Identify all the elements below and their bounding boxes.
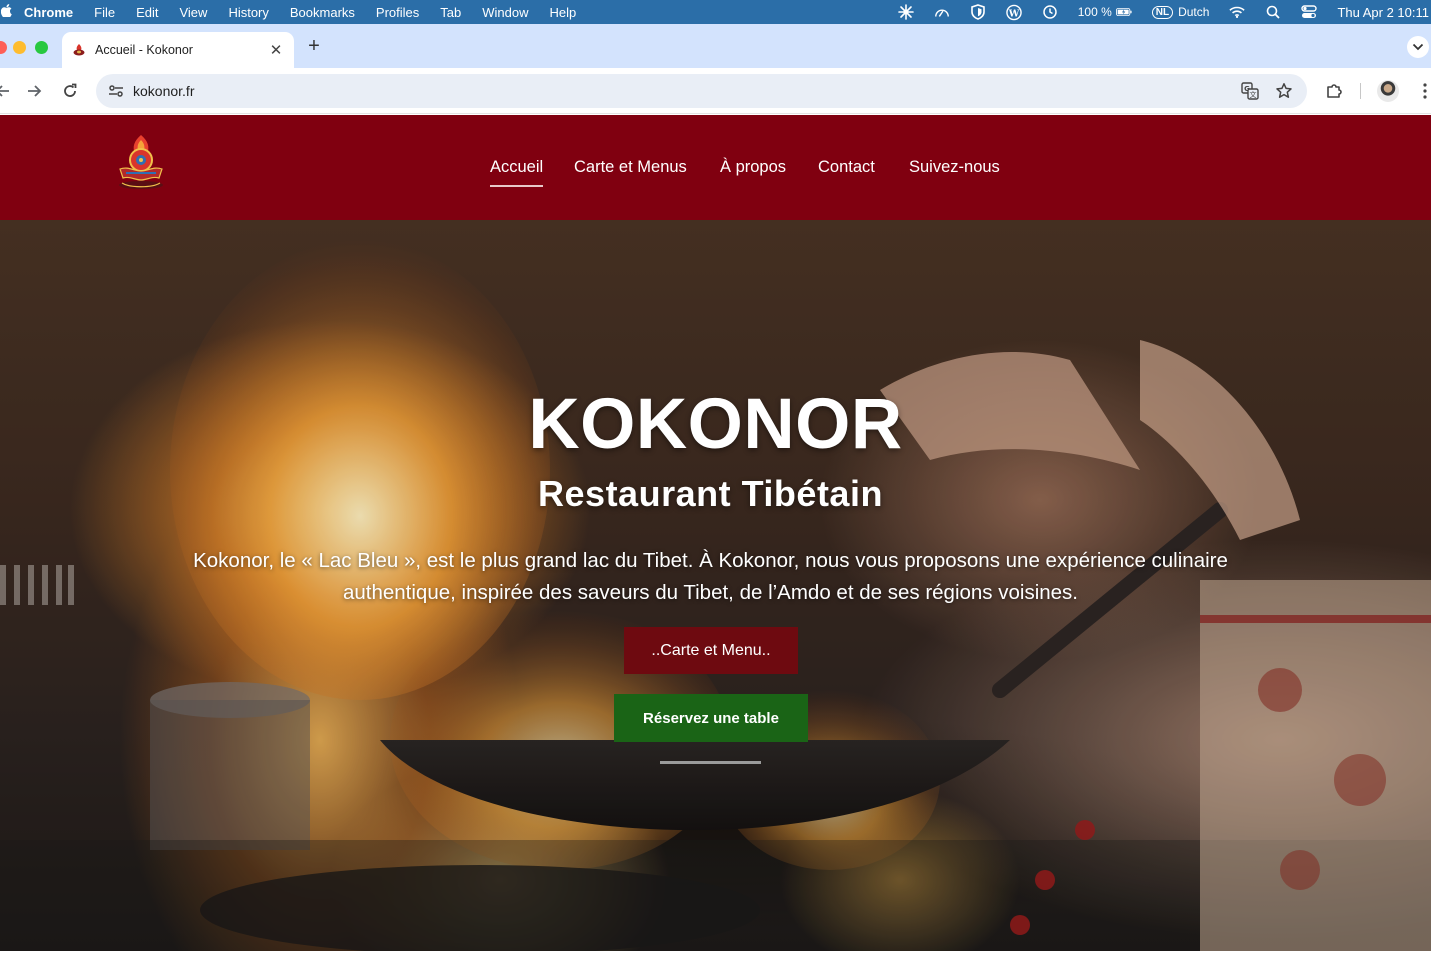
kokonor-favicon [72, 43, 86, 57]
reserve-table-button[interactable]: Réservez une table [614, 694, 808, 742]
gauge-icon[interactable] [934, 4, 950, 20]
extensions-puzzle-icon[interactable] [1323, 80, 1345, 102]
hero-divider [660, 761, 761, 764]
site-info-icon[interactable] [104, 79, 128, 103]
nav-suivez-nous[interactable]: Suivez-nous [909, 158, 1000, 177]
new-tab-icon[interactable]: + [304, 35, 324, 57]
time-machine-icon[interactable] [1042, 4, 1058, 20]
spotlight-search-icon[interactable] [1265, 4, 1281, 20]
translate-icon[interactable]: G文 [1239, 80, 1261, 102]
apple-icon[interactable] [0, 4, 16, 20]
input-source[interactable]: NL Dutch [1151, 5, 1210, 19]
browser-tab-active[interactable]: Accueil - Kokonor ✕ [62, 32, 294, 68]
chrome-menu-kebab-icon[interactable] [1414, 80, 1431, 102]
nav-contact[interactable]: Contact [818, 158, 875, 177]
menu-window[interactable]: Window [482, 5, 528, 20]
battery-percent: 100 % [1077, 5, 1112, 19]
reload-icon[interactable] [59, 80, 81, 102]
menu-profiles[interactable]: Profiles [376, 5, 419, 20]
menu-tab[interactable]: Tab [440, 5, 461, 20]
control-center-icon[interactable] [1301, 4, 1318, 20]
menu-bookmarks[interactable]: Bookmarks [290, 5, 355, 20]
input-source-language: Dutch [1178, 5, 1210, 19]
menu-bar-clock[interactable]: Thu Apr 2 10:11 [1337, 5, 1429, 20]
profile-avatar[interactable] [1377, 80, 1399, 102]
carte-et-menu-button[interactable]: ..Carte et Menu.. [624, 627, 798, 674]
sparkle-icon[interactable] [897, 4, 914, 20]
browser-tab-strip: Accueil - Kokonor ✕ + [0, 24, 1431, 68]
window-close-button[interactable] [0, 41, 7, 54]
wordpress-icon[interactable]: W [1005, 4, 1022, 20]
nav-carte-et-menus[interactable]: Carte et Menus [574, 158, 687, 177]
wifi-icon[interactable] [1229, 4, 1246, 20]
window-zoom-button[interactable] [35, 41, 48, 54]
hero-section: KOKONOR Restaurant Tibétain Kokonor, le … [0, 220, 1431, 951]
window-minimize-button[interactable] [13, 41, 26, 54]
hero-title: KOKONOR [528, 385, 903, 464]
nav-accueil[interactable]: Accueil [490, 158, 544, 187]
menu-edit[interactable]: Edit [136, 5, 158, 20]
forward-arrow-icon[interactable] [23, 80, 45, 102]
battery-icon[interactable] [1115, 4, 1132, 20]
tab-title: Accueil - Kokonor [95, 43, 193, 57]
hero-description: Kokonor, le « Lac Bleu », est le plus gr… [193, 549, 1228, 604]
hero-subtitle: Restaurant Tibétain [538, 473, 883, 514]
browser-toolbar: kokonor.fr G文 [0, 68, 1431, 114]
menu-app-name[interactable]: Chrome [24, 5, 73, 20]
nav-a-propos[interactable]: À propos [720, 158, 786, 177]
input-source-badge: NL [1151, 5, 1174, 19]
svg-text:文: 文 [1250, 90, 1257, 99]
site-header: Accueil Carte et Menus À propos Contact … [0, 115, 1431, 220]
shield-icon[interactable] [970, 4, 986, 20]
tab-search-chevron-icon[interactable] [1407, 36, 1429, 58]
main-nav: Accueil Carte et Menus À propos Contact … [0, 115, 1431, 220]
menu-view[interactable]: View [179, 5, 207, 20]
address-bar[interactable]: kokonor.fr G文 [96, 74, 1307, 108]
menu-history[interactable]: History [228, 5, 268, 20]
bookmark-star-icon[interactable] [1273, 80, 1295, 102]
macos-menu-bar: Chrome File Edit View History Bookmarks … [0, 0, 1431, 24]
menu-help[interactable]: Help [550, 5, 577, 20]
url-text[interactable]: kokonor.fr [133, 83, 1239, 99]
svg-text:W: W [1007, 8, 1019, 19]
toolbar-separator [1360, 83, 1361, 99]
tab-close-icon[interactable]: ✕ [268, 42, 284, 59]
menu-file[interactable]: File [94, 5, 115, 20]
back-arrow-icon[interactable] [0, 80, 14, 102]
